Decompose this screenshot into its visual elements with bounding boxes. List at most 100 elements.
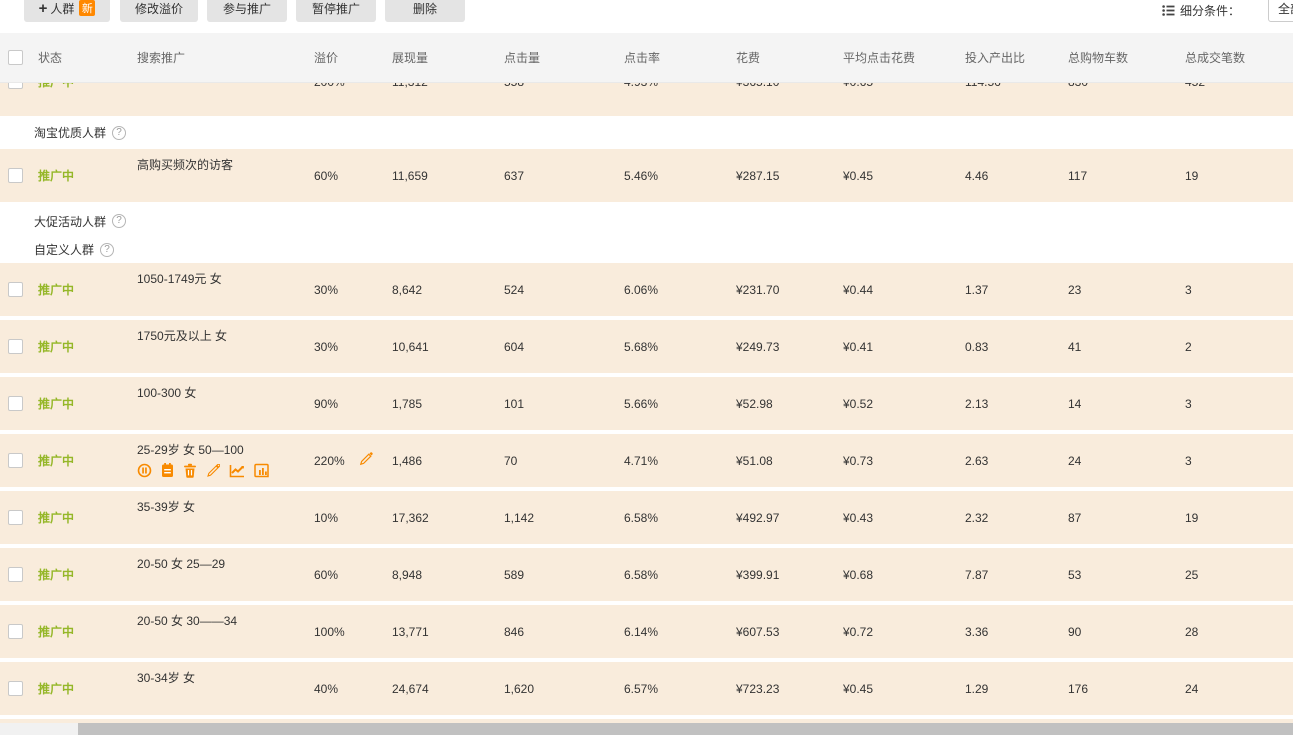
row-checkbox[interactable]	[8, 339, 23, 354]
premium-value: 30%	[314, 340, 338, 354]
table-row: 推广中220%1,486704.71%¥51.08¥0.732.6324325-…	[0, 434, 1293, 487]
audience-name[interactable]: 35-39岁 女	[137, 498, 195, 515]
carts-value: 23	[1060, 283, 1177, 297]
new-badge: 新	[79, 0, 95, 16]
premium-value: 100%	[314, 625, 345, 639]
orders-value: 3	[1177, 397, 1293, 411]
carts-value: 53	[1060, 568, 1177, 582]
delete-icon[interactable]	[183, 463, 197, 483]
audience-name[interactable]: 1750元及以上 女	[137, 327, 227, 344]
clicks-value: 589	[496, 568, 616, 582]
status-badge: 推广中	[38, 511, 74, 525]
carts-value: 90	[1060, 625, 1177, 639]
clicks-value: 558	[496, 83, 616, 89]
audience-name[interactable]: 100-300 女	[137, 384, 196, 401]
roi-value: 7.87	[957, 568, 1060, 582]
help-icon[interactable]: ?	[112, 126, 126, 140]
impressions-value: 8,642	[384, 283, 496, 297]
row-checkbox[interactable]	[8, 83, 23, 89]
column-header: 总成交笔数	[1177, 49, 1293, 66]
impressions-value: 17,362	[384, 511, 496, 525]
orders-value: 19	[1177, 169, 1293, 183]
impressions-value: 13,771	[384, 625, 496, 639]
pause-icon[interactable]	[137, 463, 152, 483]
roi-value: 114.56	[957, 83, 1060, 89]
column-header: 点击量	[496, 49, 616, 66]
table-body: 推广中200%11,3125584.93%¥365.10¥0.65114.568…	[0, 83, 1293, 715]
plus-icon: +	[39, 1, 48, 16]
row-checkbox[interactable]	[8, 282, 23, 297]
clicks-value: 604	[496, 340, 616, 354]
row-checkbox[interactable]	[8, 396, 23, 411]
column-header: 状态	[30, 49, 129, 66]
ctr-value: 6.58%	[616, 511, 728, 525]
column-header: 点击率	[616, 49, 728, 66]
premium-value: 40%	[314, 682, 338, 696]
select-all-checkbox[interactable]	[8, 50, 23, 65]
premium-value: 90%	[314, 397, 338, 411]
clicks-value: 1,620	[496, 682, 616, 696]
status-badge: 推广中	[38, 454, 74, 468]
avg_cost-value: ¥0.65	[835, 83, 957, 89]
avg_cost-value: ¥0.68	[835, 568, 957, 582]
ctr-value: 5.46%	[616, 169, 728, 183]
edit-pencil-icon[interactable]	[359, 452, 373, 469]
audience-name[interactable]: 20-50 女 30——34	[137, 612, 237, 629]
report-icon[interactable]	[254, 463, 269, 483]
cost-value: ¥287.15	[728, 169, 835, 183]
status-badge: 推广中	[38, 625, 74, 639]
carts-value: 87	[1060, 511, 1177, 525]
help-icon[interactable]: ?	[112, 214, 126, 228]
orders-value: 25	[1177, 568, 1293, 582]
audience-name[interactable]: 25-29岁 女 50—100	[137, 441, 244, 458]
cost-value: ¥249.73	[728, 340, 835, 354]
avg_cost-value: ¥0.41	[835, 340, 957, 354]
carts-value: 24	[1060, 454, 1177, 468]
audience-name[interactable]: 20-50 女 25—29	[137, 555, 225, 572]
avg_cost-value: ¥0.45	[835, 682, 957, 696]
cost-value: ¥51.08	[728, 454, 835, 468]
carts-value: 830	[1060, 83, 1177, 89]
edit-icon[interactable]	[206, 464, 220, 483]
clicks-value: 637	[496, 169, 616, 183]
help-icon[interactable]: ?	[100, 243, 114, 257]
table-row: 推广中100%13,7718466.14%¥607.53¥0.723.36902…	[0, 605, 1293, 658]
delete-button[interactable]: 删除	[385, 0, 465, 22]
row-checkbox[interactable]	[8, 453, 23, 468]
row-checkbox[interactable]	[8, 624, 23, 639]
audience-name[interactable]: 高购买频次的访客	[137, 156, 233, 173]
premium-value: 60%	[314, 568, 338, 582]
carts-value: 14	[1060, 397, 1177, 411]
pause-promotion-button[interactable]: 暂停推广	[296, 0, 376, 22]
row-checkbox[interactable]	[8, 510, 23, 525]
column-header: 总购物车数	[1060, 49, 1177, 66]
avg_cost-value: ¥0.72	[835, 625, 957, 639]
row-checkbox[interactable]	[8, 567, 23, 582]
row-checkbox[interactable]	[8, 681, 23, 696]
log-icon[interactable]	[161, 463, 174, 483]
add-audience-button[interactable]: + 人群 新	[24, 0, 110, 22]
modify-premium-button[interactable]: 修改溢价	[120, 0, 198, 22]
orders-value: 452	[1177, 83, 1293, 89]
ctr-value: 5.66%	[616, 397, 728, 411]
audience-name[interactable]: 30-34岁 女	[137, 669, 195, 686]
audience-name[interactable]: 1050-1749元 女	[137, 270, 222, 287]
section-label: 自定义人群	[34, 241, 94, 258]
horizontal-scrollbar[interactable]	[0, 723, 1293, 735]
roi-value: 4.46	[957, 169, 1060, 183]
join-promotion-button[interactable]: 参与推广	[207, 0, 287, 22]
row-checkbox[interactable]	[8, 168, 23, 183]
toolbar: + 人群 新 修改溢价 参与推广 暂停推广 删除 细分条件： 全部	[0, 0, 1293, 22]
column-header: 投入产出比	[957, 49, 1060, 66]
clicks-value: 524	[496, 283, 616, 297]
scrollbar-thumb[interactable]	[78, 723, 1293, 735]
audience-group-section: 自定义人群?	[0, 236, 1293, 263]
filter-select[interactable]: 全部	[1268, 0, 1293, 22]
status-badge: 推广中	[38, 340, 74, 354]
trend-chart-icon[interactable]	[229, 464, 245, 483]
carts-value: 176	[1060, 682, 1177, 696]
status-badge: 推广中	[38, 568, 74, 582]
column-header: 溢价	[306, 49, 384, 66]
audience-group-section: 大促活动人群?	[0, 206, 1293, 236]
impressions-value: 10,641	[384, 340, 496, 354]
